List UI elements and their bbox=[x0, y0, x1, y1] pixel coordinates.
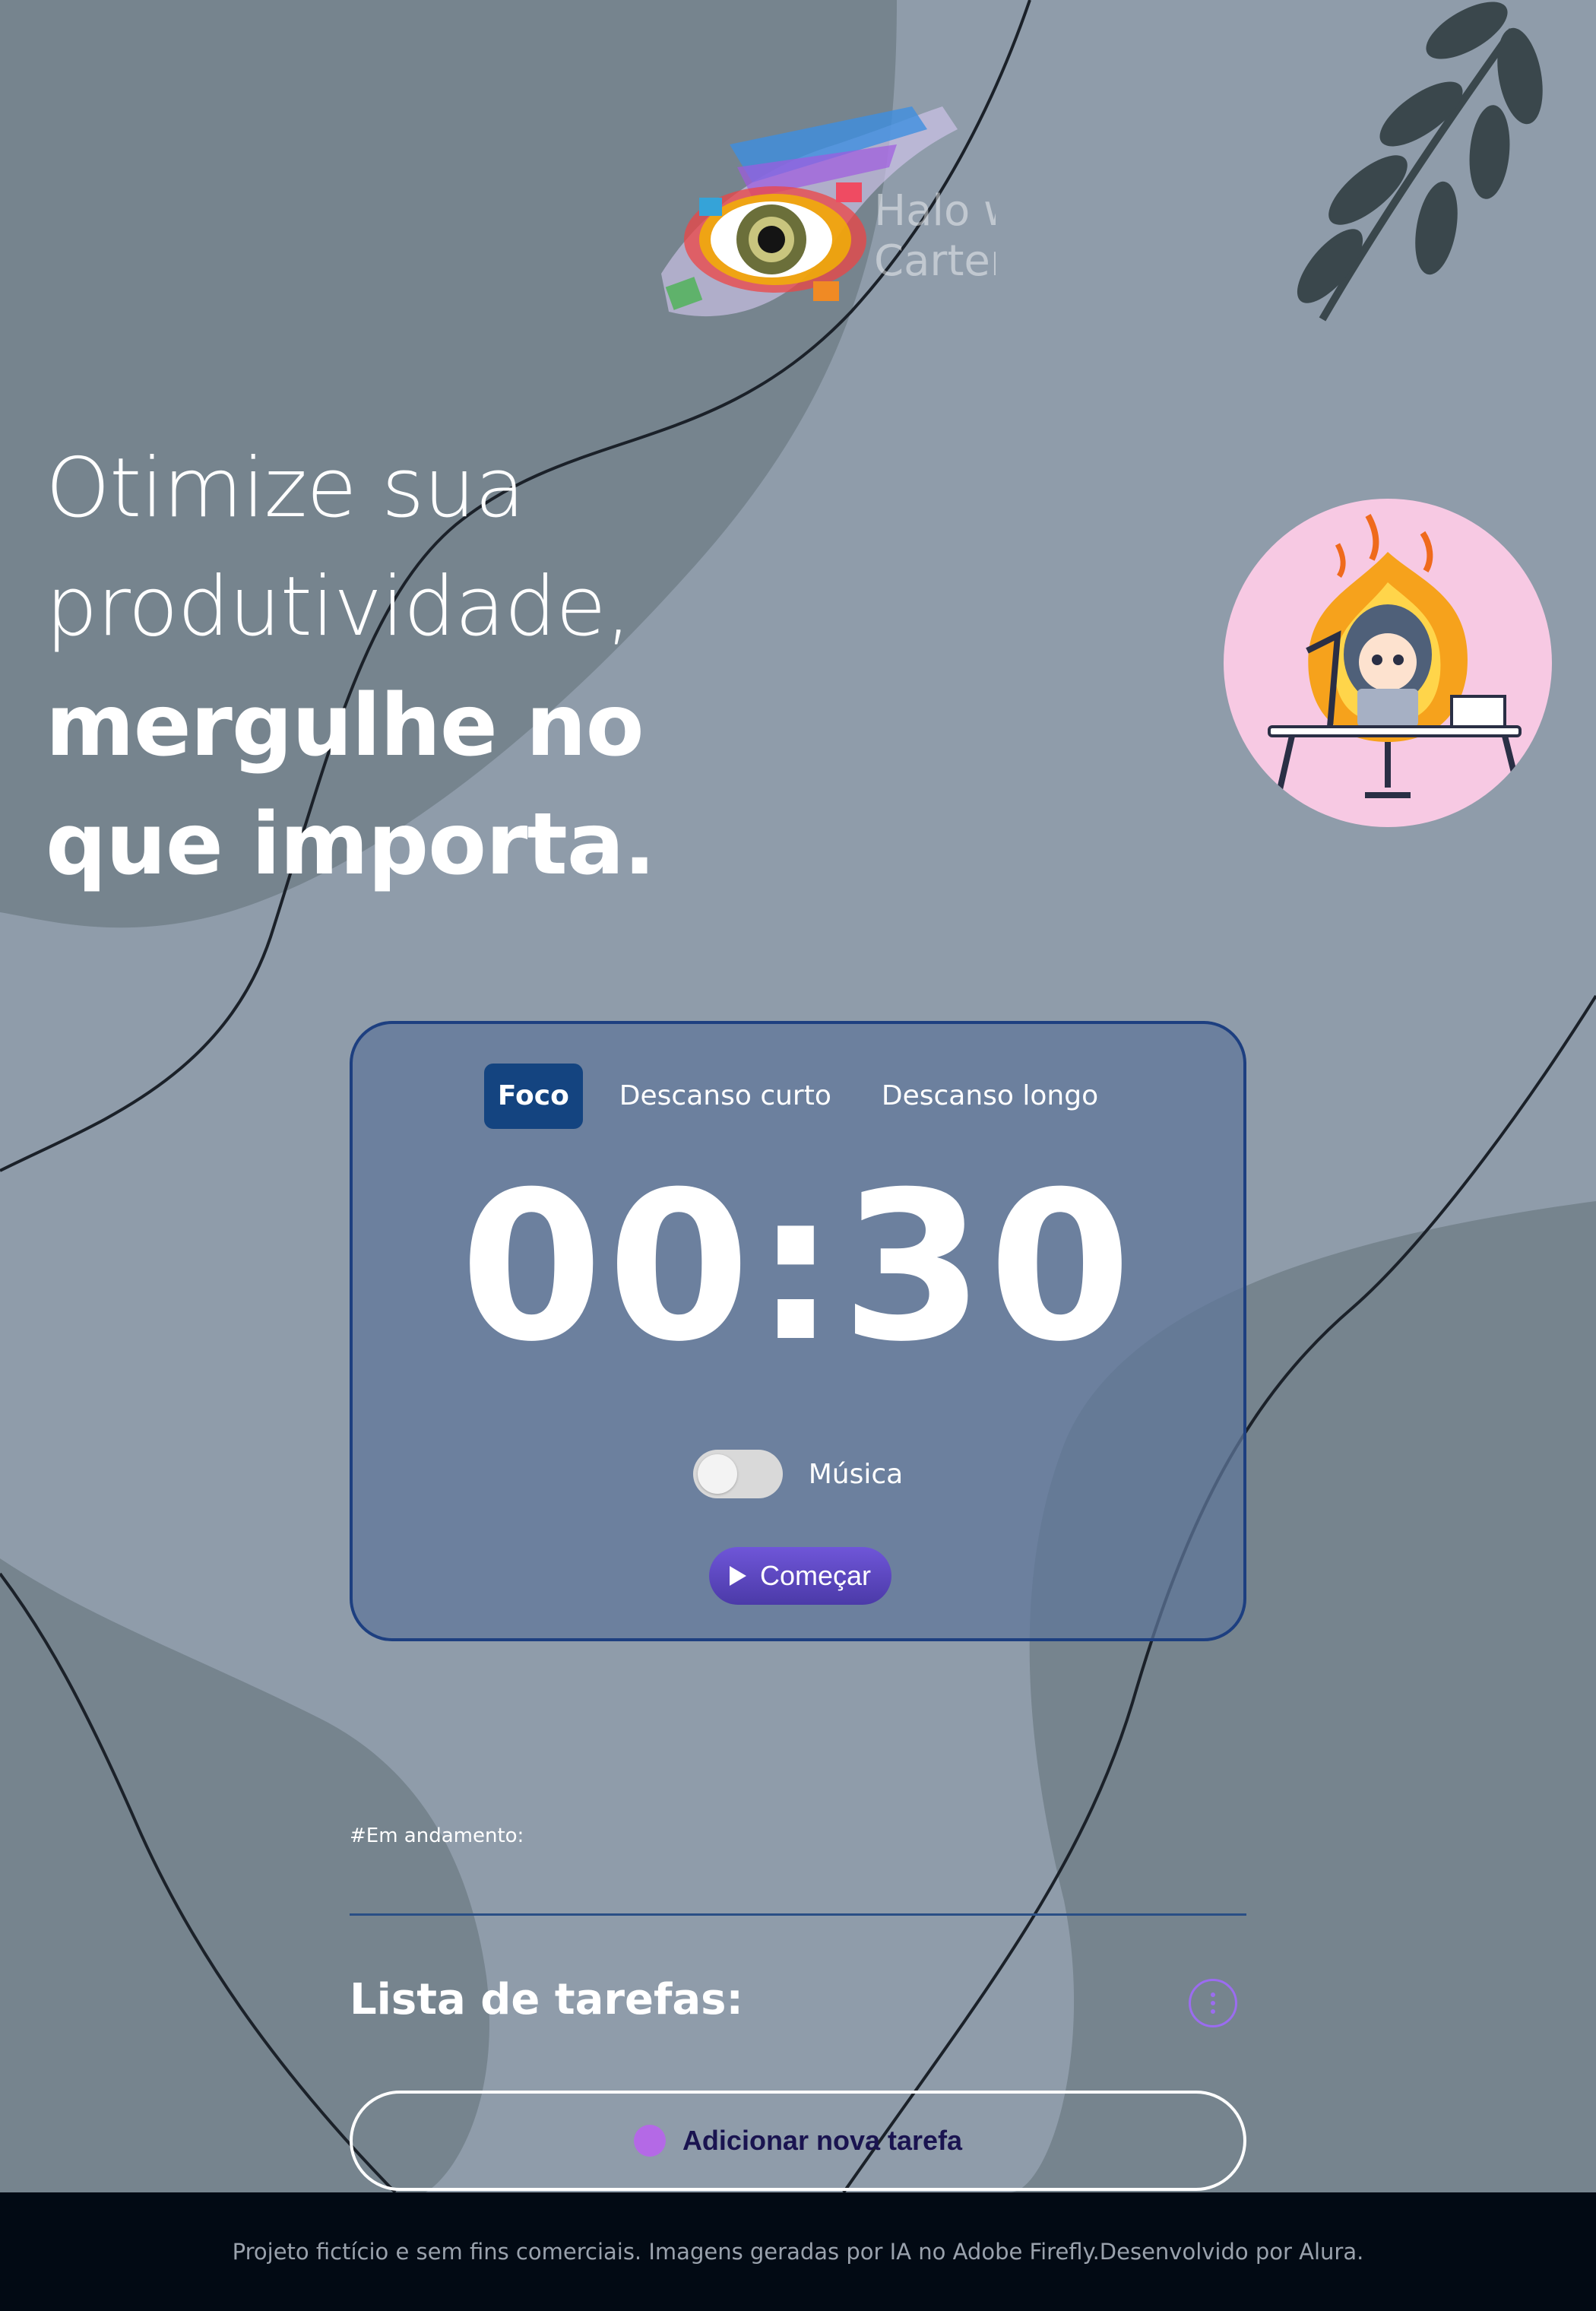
add-icon bbox=[633, 2125, 666, 2157]
play-icon bbox=[729, 1566, 746, 1586]
timer-mode-tabs: Foco Descanso curto Descanso longo bbox=[353, 1064, 1243, 1129]
more-options-dot bbox=[1211, 2001, 1215, 2005]
footer-text: Projeto fictício e sem fins comerciais. … bbox=[232, 2239, 1364, 2265]
hero-line-2: produtividade, bbox=[46, 560, 632, 655]
tab-foco[interactable]: Foco bbox=[483, 1064, 583, 1129]
leaf-decoration bbox=[1297, 2, 1543, 322]
task-list-title: Lista de tarefas: bbox=[350, 1975, 743, 2024]
start-button[interactable]: Começar bbox=[709, 1547, 891, 1605]
tab-descanso-curto[interactable]: Descanso curto bbox=[606, 1064, 845, 1129]
hero-line-3: mergulhe no bbox=[46, 677, 644, 775]
tab-descanso-longo[interactable]: Descanso longo bbox=[868, 1064, 1112, 1129]
start-button-label: Começar bbox=[759, 1560, 872, 1591]
footer: Projeto fictício e sem fins comerciais. … bbox=[0, 2192, 1596, 2311]
music-toggle[interactable] bbox=[692, 1450, 783, 1498]
timer-display: 00:30 bbox=[460, 1147, 1136, 1387]
hero-line-4: que importa. bbox=[46, 795, 656, 894]
more-options-dot bbox=[1211, 1992, 1215, 1997]
music-label: Música bbox=[808, 1458, 904, 1490]
logo-text: Halo wa Carter c bbox=[874, 186, 996, 286]
hero-line-1: Otimize sua bbox=[46, 441, 525, 536]
more-options-dot bbox=[1211, 2009, 1215, 2014]
hero-heading: Otimize sua produtividade, mergulhe no q… bbox=[46, 430, 790, 904]
add-task-label: Adicionar nova tarefa bbox=[682, 2125, 963, 2156]
add-task-button[interactable]: Adicionar nova tarefa bbox=[350, 2091, 1246, 2191]
music-row: Música bbox=[353, 1450, 1243, 1498]
in-progress-label: #Em andamento: bbox=[350, 1824, 524, 1847]
toggle-knob bbox=[697, 1454, 737, 1494]
focus-illustration bbox=[1224, 499, 1552, 827]
more-options-button[interactable] bbox=[1189, 1979, 1237, 2027]
divider bbox=[350, 1913, 1246, 1916]
timer-card: Foco Descanso curto Descanso longo 00:30… bbox=[350, 1021, 1246, 1641]
